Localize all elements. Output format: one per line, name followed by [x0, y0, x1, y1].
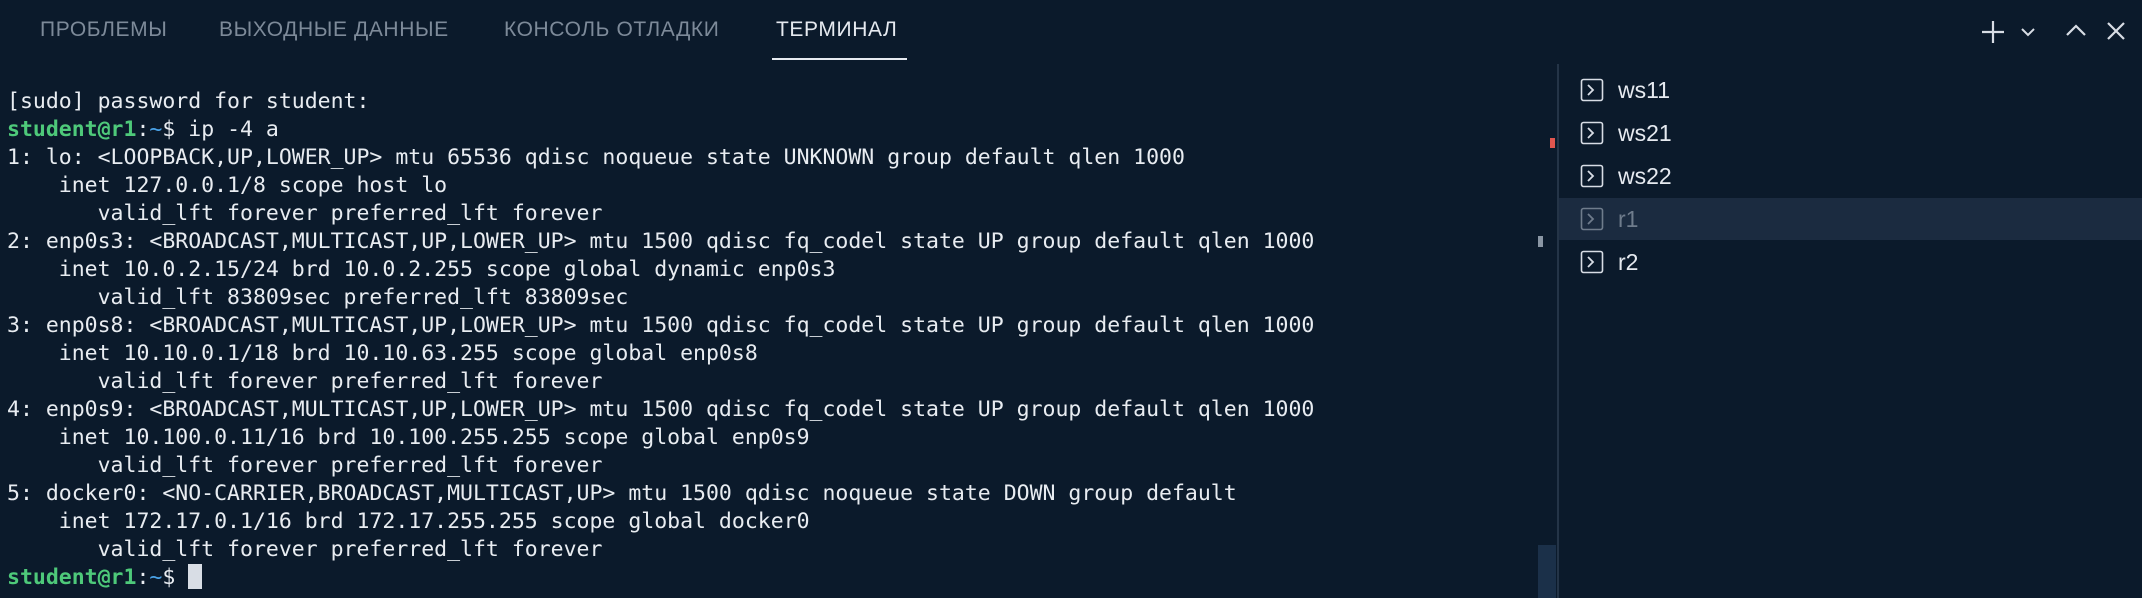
prompt-line: student@r1:~$ — [7, 564, 1314, 592]
overview-ruler[interactable] — [1538, 64, 1558, 598]
terminal-line: inet 127.0.0.1/8 scope host lo — [7, 173, 448, 198]
terminal-line: inet 10.100.0.11/16 brd 10.100.255.255 s… — [7, 425, 810, 450]
close-icon[interactable] — [2105, 20, 2127, 42]
terminal-line: valid_lft forever preferred_lft forever — [7, 453, 603, 478]
terminal-tab-ws11[interactable]: ws11 — [1559, 69, 2142, 111]
prompt-user: student@r1 — [7, 565, 137, 590]
terminal-tab-label: r1 — [1618, 206, 1639, 232]
prompt-path: ~ — [149, 117, 163, 142]
terminal-panel: ПРОБЛЕМЫ ВЫХОДНЫЕ ДАННЫЕ КОНСОЛЬ ОТЛАДКИ… — [0, 0, 2142, 598]
terminal-line: 1: lo: <LOOPBACK,UP,LOWER_UP> mtu 65536 … — [7, 145, 1185, 170]
prompt-line: student@r1:~$ ip -4 a — [7, 116, 1314, 144]
tab-terminal[interactable]: ТЕРМИНАЛ — [776, 18, 897, 42]
terminal-line: 3: enp0s8: <BROADCAST,MULTICAST,UP,LOWER… — [7, 313, 1315, 338]
terminal-line: valid_lft forever preferred_lft forever — [7, 201, 603, 226]
terminal-view[interactable]: [sudo] password for student: student@r1:~… — [0, 64, 1538, 598]
terminal-tab-r1[interactable]: r1 — [1559, 198, 2142, 240]
ruler-mark — [1538, 236, 1543, 247]
terminal-icon — [1580, 207, 1604, 231]
panel-tab-bar: ПРОБЛЕМЫ ВЫХОДНЫЕ ДАННЫЕ КОНСОЛЬ ОТЛАДКИ… — [0, 0, 2142, 64]
terminal-icon — [1580, 121, 1604, 145]
terminal-cursor — [188, 564, 203, 589]
terminal-tab-label: ws21 — [1618, 120, 1672, 146]
terminal-line: valid_lft forever preferred_lft forever — [7, 369, 603, 394]
tab-problems[interactable]: ПРОБЛЕМЫ — [40, 18, 167, 42]
tab-debug-console[interactable]: КОНСОЛЬ ОТЛАДКИ — [504, 18, 719, 42]
terminal-output: [sudo] password for student: student@r1:~… — [7, 88, 1314, 592]
command-text: ip -4 a — [188, 117, 279, 142]
plus-icon[interactable] — [1980, 19, 2006, 45]
terminal-line: 4: enp0s9: <BROADCAST,MULTICAST,UP,LOWER… — [7, 397, 1315, 422]
terminal-tab-ws22[interactable]: ws22 — [1559, 155, 2142, 197]
chevron-down-icon[interactable] — [2020, 26, 2036, 38]
terminal-icon — [1580, 250, 1604, 274]
terminal-line: valid_lft 83809sec preferred_lft 83809se… — [7, 285, 629, 310]
prompt-path: ~ — [149, 565, 163, 590]
terminal-tab-ws21[interactable]: ws21 — [1559, 112, 2142, 154]
terminal-tab-label: ws22 — [1618, 163, 1672, 189]
terminal-icon — [1580, 78, 1604, 102]
prompt-symbol: $ — [162, 117, 189, 142]
active-tab-indicator — [772, 58, 907, 60]
prompt-user: student@r1 — [7, 117, 137, 142]
prompt-separator: : — [136, 117, 150, 142]
terminal-icon — [1580, 164, 1604, 188]
terminal-line: 5: docker0: <NO-CARRIER,BROADCAST,MULTIC… — [7, 481, 1237, 506]
prompt-symbol: $ — [162, 565, 189, 590]
terminal-line: valid_lft forever preferred_lft forever — [7, 537, 603, 562]
scrollbar-thumb[interactable] — [1538, 545, 1556, 598]
terminal-line: inet 10.0.2.15/24 brd 10.0.2.255 scope g… — [7, 257, 836, 282]
terminal-tab-label: ws11 — [1618, 77, 1670, 103]
ruler-error-mark — [1550, 138, 1555, 148]
terminal-line: 2: enp0s3: <BROADCAST,MULTICAST,UP,LOWER… — [7, 229, 1315, 254]
tab-output[interactable]: ВЫХОДНЫЕ ДАННЫЕ — [219, 18, 449, 42]
terminal-tab-r2[interactable]: r2 — [1559, 241, 2142, 283]
chevron-up-icon[interactable] — [2064, 22, 2088, 38]
prompt-separator: : — [136, 565, 150, 590]
terminal-line: inet 172.17.0.1/16 brd 172.17.255.255 sc… — [7, 509, 810, 534]
terminal-line: [sudo] password for student: — [7, 89, 370, 114]
terminal-tab-label: r2 — [1618, 249, 1639, 275]
terminal-line: inet 10.10.0.1/18 brd 10.10.63.255 scope… — [7, 341, 758, 366]
terminal-tabs-list: ws11 ws21 ws22 r1 r2 — [1559, 64, 2142, 598]
